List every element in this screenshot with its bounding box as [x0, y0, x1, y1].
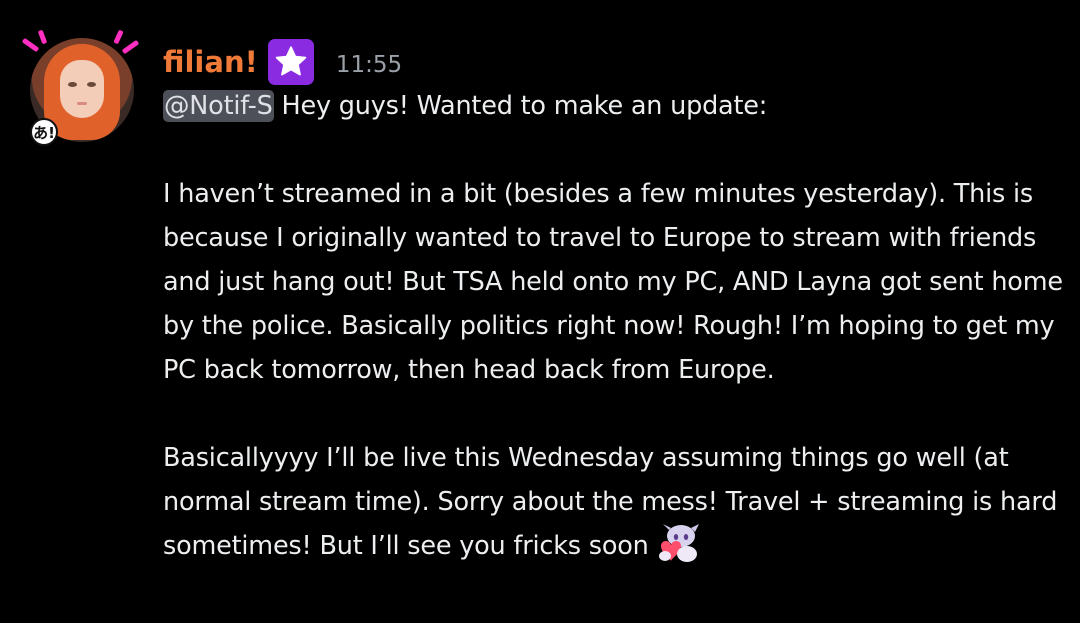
- star-icon[interactable]: [267, 39, 314, 85]
- message-paragraph: Basicallyyyy I’ll be live this Wednesday…: [163, 436, 1063, 568]
- avatar-decoration-spark: [121, 39, 140, 55]
- heart-hug-emoji[interactable]: [655, 524, 701, 564]
- message-text: Basicallyyyy I’ll be live this Wednesday…: [163, 443, 1058, 561]
- chat-message: あ! filian! 11:55 @Notif-S Hey guys! Want…: [0, 0, 1080, 623]
- avatar[interactable]: あ!: [21, 29, 144, 152]
- avatar-decoration-spark: [21, 37, 40, 53]
- avatar-decoration-spark: [113, 29, 124, 45]
- message-text: I haven’t streamed in a bit (besides a f…: [163, 179, 1063, 385]
- message-paragraph: @Notif-S Hey guys! Wanted to make an upd…: [163, 84, 1063, 128]
- message-paragraph: I haven’t streamed in a bit (besides a f…: [163, 172, 1063, 392]
- message-timestamp[interactable]: 11:55: [336, 52, 402, 78]
- user-mention[interactable]: @Notif-S: [163, 90, 274, 122]
- username[interactable]: filian!: [163, 45, 258, 79]
- avatar-decoration-spark: [37, 29, 48, 45]
- message-text: Hey guys! Wanted to make an update:: [273, 91, 768, 121]
- avatar-decoration-badge: あ!: [30, 118, 58, 146]
- message-header: filian! 11:55: [163, 38, 402, 86]
- message-content: @Notif-S Hey guys! Wanted to make an upd…: [163, 84, 1063, 568]
